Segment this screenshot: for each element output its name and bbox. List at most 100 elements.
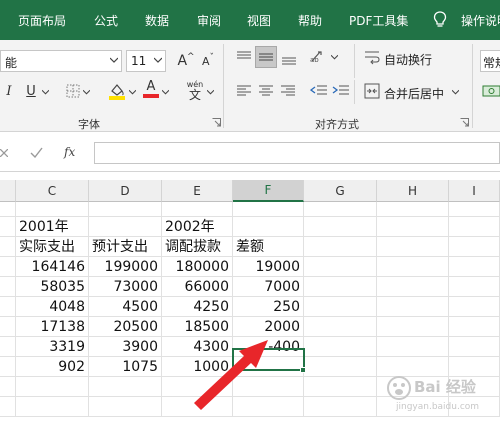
column-header-d[interactable]: D (89, 180, 162, 202)
font-name-select[interactable]: 能 (0, 50, 122, 72)
empty-cell[interactable] (89, 377, 162, 397)
insert-function-button[interactable]: fx (64, 145, 75, 159)
grid-cell[interactable]: 73000 (89, 277, 162, 297)
empty-cell[interactable] (233, 202, 304, 217)
underline-button[interactable]: U (22, 80, 40, 102)
fill-color-icon[interactable] (108, 82, 126, 100)
empty-cell[interactable] (304, 277, 377, 297)
empty-cell[interactable] (377, 337, 449, 357)
column-header-e[interactable]: E (162, 180, 233, 202)
italic-button[interactable]: I (2, 80, 16, 102)
grid-cell[interactable]: 7000 (233, 277, 304, 297)
align-center-icon[interactable] (258, 84, 274, 98)
empty-cell[interactable] (377, 277, 449, 297)
formula-input[interactable] (94, 142, 500, 164)
grid-cell[interactable]: 66000 (162, 277, 233, 297)
empty-cell[interactable] (0, 337, 16, 357)
grid-cell[interactable]: 差额 (233, 237, 304, 257)
column-header-f[interactable]: F (233, 180, 304, 202)
empty-cell[interactable] (0, 202, 16, 217)
empty-cell[interactable] (377, 317, 449, 337)
empty-cell[interactable] (449, 237, 500, 257)
empty-cell[interactable] (304, 397, 377, 417)
empty-cell[interactable] (449, 202, 500, 217)
empty-cell[interactable] (449, 277, 500, 297)
empty-cell[interactable] (449, 297, 500, 317)
grid-cell[interactable]: 2001年 (16, 217, 89, 237)
grid-cell[interactable]: 4500 (89, 297, 162, 317)
empty-cell[interactable] (0, 277, 16, 297)
accounting-format-icon[interactable] (482, 82, 500, 100)
empty-cell[interactable] (377, 202, 449, 217)
grid-cell[interactable]: 调配拔款 (162, 237, 233, 257)
empty-cell[interactable] (449, 257, 500, 277)
grid-cell[interactable]: 4250 (162, 297, 233, 317)
tab-data[interactable]: 数据 (145, 12, 169, 29)
column-header-b[interactable] (0, 180, 16, 202)
empty-cell[interactable] (449, 337, 500, 357)
align-left-icon[interactable] (236, 84, 252, 98)
empty-cell[interactable] (377, 217, 449, 237)
empty-cell[interactable] (233, 377, 304, 397)
wrap-text-label[interactable]: 自动换行 (384, 51, 432, 68)
tab-page-layout[interactable]: 页面布局 (18, 12, 66, 29)
grid-cell[interactable]: 4300 (162, 337, 233, 357)
grid-cell[interactable]: 18500 (162, 317, 233, 337)
grid-cell[interactable]: 2002年 (162, 217, 233, 237)
grid-cell[interactable]: 250 (233, 297, 304, 317)
borders-icon[interactable] (66, 84, 80, 98)
grid-cell[interactable]: 3900 (89, 337, 162, 357)
decrease-font-size-button[interactable]: Aˇ (198, 50, 218, 72)
increase-indent-icon[interactable] (332, 84, 350, 98)
chevron-down-icon[interactable] (129, 89, 136, 95)
empty-cell[interactable] (0, 237, 16, 257)
grid-cell[interactable]: 2000 (233, 317, 304, 337)
tab-help[interactable]: 帮助 (298, 12, 322, 29)
grid-cell[interactable]: 902 (16, 357, 89, 377)
empty-cell[interactable] (304, 357, 377, 377)
empty-cell[interactable] (0, 357, 16, 377)
empty-cell[interactable] (377, 237, 449, 257)
empty-cell[interactable] (304, 297, 377, 317)
align-right-icon[interactable] (280, 84, 296, 98)
empty-cell[interactable] (304, 337, 377, 357)
dialog-launcher-icon[interactable] (460, 118, 469, 127)
chevron-down-icon[interactable] (207, 89, 214, 95)
empty-cell[interactable] (16, 202, 89, 217)
empty-cell[interactable] (162, 202, 233, 217)
grid-cell[interactable]: 164146 (16, 257, 89, 277)
tab-review[interactable]: 审阅 (197, 12, 221, 29)
empty-cell[interactable] (377, 297, 449, 317)
empty-cell[interactable] (89, 202, 162, 217)
empty-cell[interactable] (304, 217, 377, 237)
empty-cell[interactable] (304, 257, 377, 277)
chevron-down-icon[interactable] (42, 89, 49, 95)
empty-cell[interactable] (0, 377, 16, 397)
column-header-i[interactable]: I (449, 180, 500, 202)
column-header-h[interactable]: H (377, 180, 449, 202)
font-size-select[interactable]: 11 (126, 50, 166, 72)
column-header-c[interactable]: C (16, 180, 89, 202)
orientation-icon[interactable]: ab (310, 49, 328, 65)
empty-cell[interactable] (304, 202, 377, 217)
grid-cell[interactable]: 预计支出 (89, 237, 162, 257)
empty-cell[interactable] (304, 317, 377, 337)
active-cell-selection[interactable] (232, 348, 305, 371)
merge-center-label[interactable]: 合并后居中 (384, 85, 444, 102)
empty-cell[interactable] (304, 377, 377, 397)
align-bottom-icon[interactable] (281, 52, 297, 66)
chevron-down-icon[interactable] (331, 54, 338, 60)
decrease-indent-icon[interactable] (310, 84, 328, 98)
align-top-icon[interactable] (236, 50, 252, 64)
empty-cell[interactable] (377, 257, 449, 277)
tab-view[interactable]: 视图 (247, 12, 271, 29)
align-middle-button[interactable] (255, 46, 277, 68)
empty-cell[interactable] (16, 397, 89, 417)
empty-cell[interactable] (304, 237, 377, 257)
grid-cell[interactable] (89, 217, 162, 237)
grid-cell[interactable]: 3319 (16, 337, 89, 357)
grid-cell[interactable]: 1000 (162, 357, 233, 377)
empty-cell[interactable] (449, 217, 500, 237)
font-color-button[interactable]: A (143, 78, 159, 100)
empty-cell[interactable] (162, 397, 233, 417)
